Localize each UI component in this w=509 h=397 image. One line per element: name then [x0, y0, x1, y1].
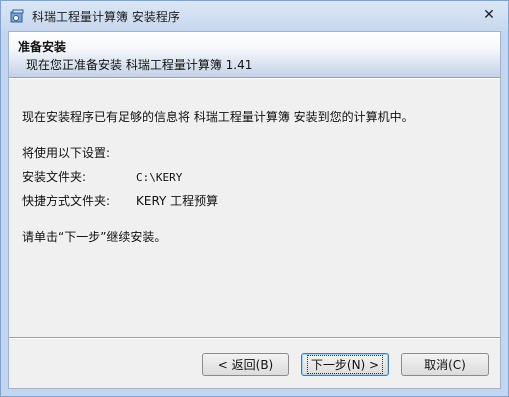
install-folder-row: 安装文件夹: C:\KERY: [22, 168, 182, 185]
install-folder-label: 安装文件夹:: [22, 170, 87, 184]
cancel-button-label: 取消(C): [424, 358, 466, 372]
close-button[interactable]: ✕: [474, 4, 504, 26]
back-button-label: < 返回(B): [217, 358, 274, 372]
close-icon: ✕: [483, 7, 495, 23]
page-subtitle: 现在您正准备安装 科瑞工程量计算簿 1.41: [26, 58, 253, 72]
installer-window: 科瑞工程量计算簿 安装程序 ✕ 准备安装 现在您正准备安装 科瑞工程量计算簿 1…: [0, 0, 509, 397]
cancel-button[interactable]: 取消(C): [401, 353, 489, 376]
wizard-header: 准备安装 现在您正准备安装 科瑞工程量计算簿 1.41: [9, 32, 500, 77]
shortcut-folder-row: 快捷方式文件夹: KERY 工程预算: [22, 192, 218, 209]
page-title: 准备安装: [18, 40, 67, 54]
shortcut-folder-label: 快捷方式文件夹:: [22, 194, 111, 208]
settings-heading: 将使用以下设置:: [22, 146, 111, 160]
dialog-client-area: 准备安装 现在您正准备安装 科瑞工程量计算簿 1.41 现在安装程序已有足够的信…: [8, 31, 501, 389]
header-divider: [9, 77, 500, 79]
installer-app-icon: [9, 8, 25, 24]
footer-divider: [9, 337, 500, 339]
shortcut-folder-value: KERY 工程预算: [136, 194, 219, 208]
back-button[interactable]: < 返回(B): [202, 353, 289, 376]
instruction-text: 请单击“下一步”继续安装。: [22, 230, 167, 244]
title-bar: 科瑞工程量计算簿 安装程序 ✕: [1, 1, 508, 31]
intro-text: 现在安装程序已有足够的信息将 科瑞工程量计算簿 安装到您的计算机中。: [22, 110, 414, 124]
next-button-label: 下一步(N) >: [306, 355, 384, 374]
window-title: 科瑞工程量计算簿 安装程序: [32, 10, 180, 24]
next-button[interactable]: 下一步(N) >: [301, 353, 389, 376]
install-folder-value: C:\KERY: [136, 171, 183, 184]
